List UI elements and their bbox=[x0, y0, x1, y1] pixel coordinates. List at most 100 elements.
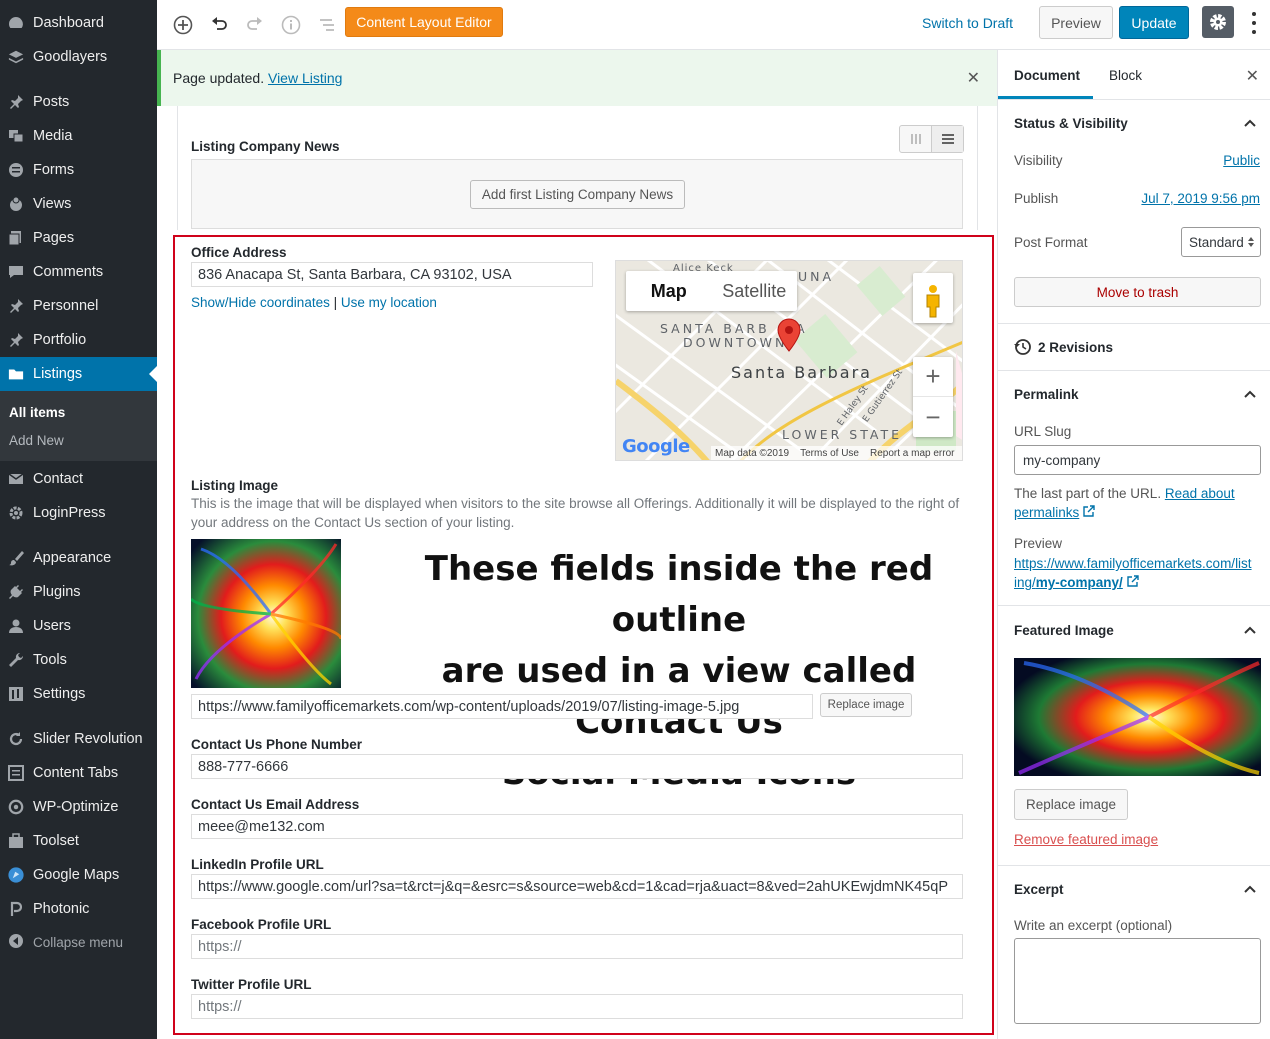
map-marker-icon[interactable] bbox=[777, 318, 801, 352]
menu-google-maps[interactable]: Google Maps bbox=[0, 858, 157, 892]
listings-submenu: All items Add New bbox=[0, 391, 157, 461]
menu-users[interactable]: Users bbox=[0, 609, 157, 643]
phone-input[interactable]: 888-777-6666 bbox=[191, 754, 963, 779]
url-slug-input[interactable]: my-company bbox=[1014, 445, 1261, 475]
publish-date-link[interactable]: Jul 7, 2019 9:56 pm bbox=[1141, 191, 1260, 206]
editor-toolbar: Content Layout Editor Switch to Draft Pr… bbox=[157, 0, 1270, 50]
replace-featured-image-button[interactable]: Replace image bbox=[1014, 789, 1128, 820]
outline-icon[interactable] bbox=[313, 11, 341, 39]
preview-button[interactable]: Preview bbox=[1039, 6, 1113, 39]
collapse-menu[interactable]: Collapse menu bbox=[0, 928, 123, 956]
menu-comments[interactable]: Comments bbox=[0, 255, 157, 289]
undo-icon[interactable] bbox=[205, 11, 233, 39]
email-input[interactable]: meee@me132.com bbox=[191, 814, 963, 839]
featured-image-title[interactable]: Featured Image bbox=[1014, 623, 1114, 638]
chevron-up-icon[interactable] bbox=[1244, 117, 1256, 129]
tab-document[interactable]: Document bbox=[1014, 68, 1080, 83]
menu-wp-optimize[interactable]: WP-Optimize bbox=[0, 790, 157, 824]
menu-loginpress[interactable]: LoginPress bbox=[0, 496, 157, 530]
show-hide-coordinates-link[interactable]: Show/Hide coordinates bbox=[191, 295, 330, 310]
menu-dashboard[interactable]: Dashboard bbox=[0, 6, 157, 40]
pegman-icon[interactable] bbox=[913, 273, 953, 323]
permalinks-link[interactable]: permalinks bbox=[1014, 505, 1079, 520]
menu-toolset[interactable]: Toolset bbox=[0, 824, 157, 858]
menu-personnel[interactable]: Personnel bbox=[0, 289, 157, 323]
facebook-input[interactable]: https:// bbox=[191, 934, 963, 959]
menu-pages[interactable]: Pages bbox=[0, 221, 157, 255]
content-layout-editor-button[interactable]: Content Layout Editor bbox=[345, 7, 503, 37]
redo-icon[interactable] bbox=[241, 11, 269, 39]
remove-featured-image-link[interactable]: Remove featured image bbox=[1014, 832, 1158, 847]
linkedin-input[interactable]: https://www.google.com/url?sa=t&rct=j&q=… bbox=[191, 874, 963, 899]
status-visibility-title[interactable]: Status & Visibility bbox=[1014, 116, 1128, 131]
excerpt-textarea[interactable] bbox=[1014, 938, 1261, 1024]
map-type-map-button[interactable]: Map bbox=[626, 271, 712, 311]
close-sidebar-icon[interactable]: ✕ bbox=[1246, 66, 1259, 86]
menu-contact[interactable]: Contact bbox=[0, 462, 157, 496]
tab-block[interactable]: Block bbox=[1109, 68, 1142, 83]
twitter-input[interactable]: https:// bbox=[191, 994, 963, 1019]
excerpt-title[interactable]: Excerpt bbox=[1014, 882, 1064, 897]
move-to-trash-button[interactable]: Move to trash bbox=[1014, 277, 1261, 307]
menu-views[interactable]: Views bbox=[0, 187, 157, 221]
revisions-link[interactable]: 2 Revisions bbox=[1038, 340, 1113, 355]
preview-url-slug[interactable]: my-company/ bbox=[1036, 575, 1123, 590]
permalink-title[interactable]: Permalink bbox=[1014, 387, 1079, 402]
dismiss-notice-icon[interactable]: ✕ bbox=[967, 68, 980, 88]
menu-tools[interactable]: Tools bbox=[0, 643, 157, 677]
menu-content-tabs[interactable]: Content Tabs bbox=[0, 756, 157, 790]
map-label-lower-state: LOWER STATE bbox=[782, 427, 902, 442]
zoom-out-button[interactable]: − bbox=[913, 397, 953, 437]
featured-image-preview[interactable] bbox=[1014, 658, 1261, 776]
chevron-up-icon[interactable] bbox=[1244, 388, 1256, 400]
menu-appearance[interactable]: Appearance bbox=[0, 541, 157, 575]
office-address-input[interactable]: 836 Anacapa St, Santa Barbara, CA 93102,… bbox=[191, 262, 593, 287]
map-terms-link[interactable]: Terms of Use bbox=[800, 448, 859, 459]
rows-view-icon[interactable] bbox=[931, 126, 963, 152]
map-type-satellite-button[interactable]: Satellite bbox=[712, 271, 798, 311]
add-block-icon[interactable] bbox=[169, 11, 197, 39]
switch-to-draft-button[interactable]: Switch to Draft bbox=[922, 15, 1013, 31]
menu-settings[interactable]: Settings bbox=[0, 677, 157, 711]
view-listing-link[interactable]: View Listing bbox=[268, 70, 342, 86]
submenu-all-items[interactable]: All items bbox=[9, 405, 65, 420]
preview-url-link[interactable]: https://www.familyofficemarkets.com/list bbox=[1014, 556, 1252, 571]
add-news-button[interactable]: Add first Listing Company News bbox=[470, 180, 685, 209]
menu-label: Contact bbox=[33, 471, 83, 487]
post-format-select[interactable]: Standard bbox=[1181, 227, 1261, 257]
menu-goodlayers[interactable]: Goodlayers bbox=[0, 40, 157, 74]
menu-posts[interactable]: Posts bbox=[0, 85, 157, 119]
replace-listing-image-button[interactable]: Replace image bbox=[820, 693, 912, 717]
more-options-icon[interactable] bbox=[1245, 10, 1263, 36]
info-icon[interactable] bbox=[277, 11, 305, 39]
use-my-location-link[interactable]: Use my location bbox=[341, 295, 437, 310]
view-toggle[interactable] bbox=[899, 125, 964, 153]
map-report-link[interactable]: Report a map error bbox=[870, 448, 954, 459]
settings-icon bbox=[8, 686, 24, 702]
settings-gear-button[interactable] bbox=[1202, 6, 1234, 38]
columns-view-icon[interactable] bbox=[900, 126, 931, 152]
menu-listings[interactable]: Listings bbox=[0, 357, 157, 391]
external-link-icon bbox=[1126, 575, 1139, 587]
menu-label: Photonic bbox=[33, 901, 90, 917]
visibility-value-link[interactable]: Public bbox=[1223, 153, 1260, 168]
listing-image-thumbnail[interactable] bbox=[191, 539, 341, 688]
user-icon bbox=[8, 618, 24, 634]
read-about-link[interactable]: Read about bbox=[1165, 486, 1235, 501]
update-button[interactable]: Update bbox=[1119, 6, 1189, 39]
pin-icon bbox=[8, 332, 24, 348]
zoom-in-button[interactable]: + bbox=[913, 357, 953, 397]
chevron-up-icon[interactable] bbox=[1244, 883, 1256, 895]
location-map[interactable]: Alice Keck UNA SANTA BARB A DOWNTOWN San… bbox=[615, 260, 963, 461]
menu-plugins[interactable]: Plugins bbox=[0, 575, 157, 609]
dashboard-icon bbox=[8, 15, 24, 31]
menu-forms[interactable]: Forms bbox=[0, 153, 157, 187]
menu-portfolio[interactable]: Portfolio bbox=[0, 323, 157, 357]
submenu-add-new[interactable]: Add New bbox=[9, 433, 64, 448]
menu-media[interactable]: Media bbox=[0, 119, 157, 153]
listing-image-url-input[interactable]: https://www.familyofficemarkets.com/wp-c… bbox=[191, 694, 813, 719]
chevron-up-icon[interactable] bbox=[1244, 624, 1256, 636]
preview-url-link-2[interactable]: ing/ bbox=[1014, 575, 1036, 590]
menu-photonic[interactable]: Photonic bbox=[0, 892, 157, 926]
menu-slider-revolution[interactable]: Slider Revolution bbox=[0, 722, 157, 756]
